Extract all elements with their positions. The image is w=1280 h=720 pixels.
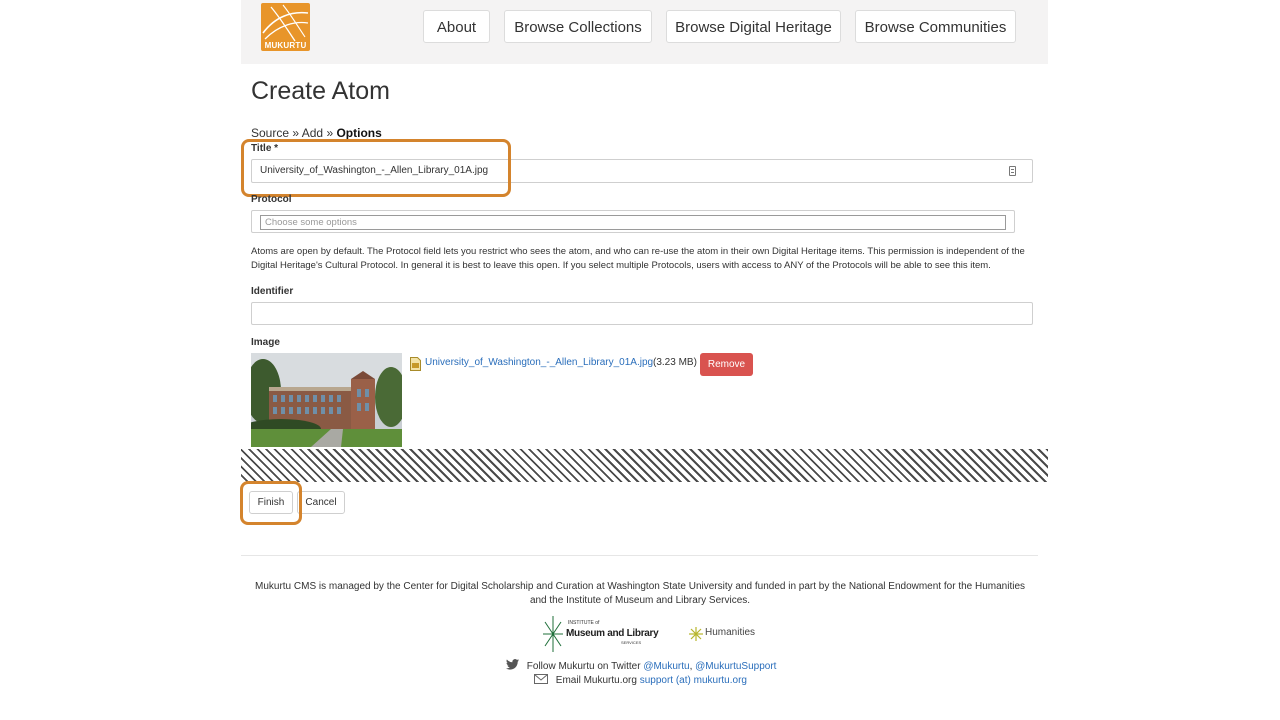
neh-name-text: Humanities <box>705 627 756 638</box>
identifier-label: Identifier <box>251 286 294 297</box>
email-icon <box>534 674 548 684</box>
breadcrumb: Source » Add » Options <box>251 126 382 140</box>
twitter-link-mukurtusupport[interactable]: @MukurtuSupport <box>695 661 776 672</box>
protocol-help-text: Atoms are open by default. The Protocol … <box>251 246 1025 271</box>
email-line: Email Mukurtu.org support (at) mukurtu.o… <box>534 674 747 686</box>
hatched-overlay <box>241 449 1048 482</box>
highlight-title-field <box>241 139 511 197</box>
imls-name-text: Museum and Library <box>566 628 659 639</box>
twitter-prefix: Follow Mukurtu on Twitter <box>526 661 641 672</box>
breadcrumb-options: Options <box>336 126 382 140</box>
imls-services-text: SERVICES <box>621 640 642 645</box>
nav-about[interactable]: About <box>423 10 490 43</box>
protocol-select[interactable]: Choose some options <box>251 210 1015 233</box>
protocol-search-input[interactable]: Choose some options <box>260 215 1006 230</box>
highlight-finish-button <box>240 481 302 525</box>
cancel-button[interactable]: Cancel <box>297 491 345 514</box>
twitter-line: Follow Mukurtu on Twitter @Mukurtu, @Muk… <box>506 659 776 672</box>
file-size: (3.23 MB) <box>653 357 697 368</box>
nav-browse-collections[interactable]: Browse Collections <box>504 10 652 43</box>
twitter-link-mukurtu[interactable]: @Mukurtu <box>643 661 689 672</box>
protocol-label: Protocol <box>251 194 292 205</box>
breadcrumb-separator: » <box>292 126 300 140</box>
identifier-input[interactable] <box>251 302 1033 325</box>
neh-logo[interactable]: Humanities <box>688 624 755 644</box>
remove-button[interactable]: Remove <box>700 353 753 376</box>
imls-starburst-icon <box>543 616 563 652</box>
imls-institute-text: INSTITUTE of <box>568 620 600 626</box>
image-file-icon <box>410 357 421 371</box>
breadcrumb-source: Source <box>251 126 290 140</box>
input-assist-icon[interactable] <box>1009 166 1016 176</box>
footer-credit-text: Mukurtu CMS is managed by the Center for… <box>254 581 1026 606</box>
twitter-separator: , <box>689 661 693 672</box>
twitter-icon <box>506 659 519 670</box>
page-title: Create Atom <box>251 77 390 105</box>
nav-browse-communities[interactable]: Browse Communities <box>855 10 1016 43</box>
email-link[interactable]: support (at) mukurtu.org <box>640 675 747 686</box>
mukurtu-logo[interactable]: MUKURTU <box>261 3 310 51</box>
footer-divider <box>241 555 1038 556</box>
imls-logo[interactable]: INSTITUTE of Museum and Library SERVICES <box>541 614 659 654</box>
nav-browse-digital-heritage[interactable]: Browse Digital Heritage <box>666 10 841 43</box>
neh-sunburst-icon <box>689 627 703 641</box>
breadcrumb-add: Add <box>301 126 324 140</box>
logo-text: MUKURTU <box>264 41 307 50</box>
uploaded-file-link[interactable]: University_of_Washington_-_Allen_Library… <box>425 357 653 368</box>
breadcrumb-separator: » <box>326 126 334 140</box>
image-thumbnail <box>251 353 402 447</box>
email-prefix: Email Mukurtu.org <box>555 675 637 686</box>
image-label: Image <box>251 337 280 348</box>
